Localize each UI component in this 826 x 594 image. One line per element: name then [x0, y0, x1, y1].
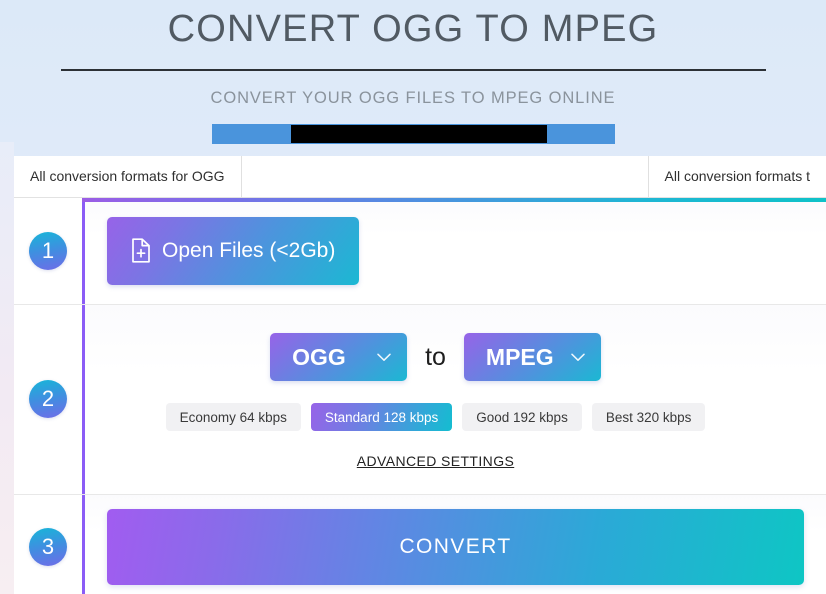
left-edge-strip — [0, 142, 14, 594]
step-row-3: 3 CONVERT — [14, 495, 826, 594]
step-2-number: 2 — [29, 380, 67, 418]
open-files-label: Open Files (<2Gb) — [162, 239, 335, 263]
quality-option-economy[interactable]: Economy 64 kbps — [166, 403, 301, 431]
convert-button[interactable]: CONVERT — [107, 509, 804, 585]
page-subtitle: CONVERT YOUR OGG FILES TO MPEG ONLINE — [0, 89, 826, 108]
source-format-label: OGG — [292, 344, 346, 371]
step-3-number: 3 — [29, 528, 67, 566]
tab-bar: All conversion formats for OGG All conve… — [14, 156, 826, 198]
open-files-button[interactable]: Open Files (<2Gb) — [107, 217, 359, 285]
file-plus-icon — [131, 238, 151, 263]
step-1-gutter: 1 — [14, 198, 82, 304]
advanced-settings-link[interactable]: ADVANCED SETTINGS — [357, 453, 514, 469]
quality-option-good[interactable]: Good 192 kbps — [462, 403, 582, 431]
target-format-label: MPEG — [486, 344, 554, 371]
to-label: to — [425, 343, 446, 372]
tab-spacer[interactable] — [242, 156, 649, 197]
step-2-gutter: 2 — [14, 305, 82, 494]
page-title: CONVERT OGG TO MPEG — [0, 6, 826, 54]
step-3-gutter: 3 — [14, 495, 82, 594]
format-selection-row: OGG to MPEG — [270, 333, 601, 381]
title-divider — [61, 69, 766, 71]
source-format-dropdown[interactable]: OGG — [270, 333, 407, 381]
ad-banner-content — [291, 125, 547, 143]
quality-option-standard[interactable]: Standard 128 kbps — [311, 403, 452, 431]
tab-all-formats-to-mpeg[interactable]: All conversion formats t — [649, 156, 826, 197]
chevron-down-icon — [377, 353, 391, 362]
step-1-number: 1 — [29, 232, 67, 270]
target-format-dropdown[interactable]: MPEG — [464, 333, 601, 381]
tab-label: All conversion formats t — [665, 168, 811, 184]
page-header: CONVERT OGG TO MPEG CONVERT YOUR OGG FIL… — [0, 0, 826, 108]
quality-option-best[interactable]: Best 320 kbps — [592, 403, 706, 431]
step-row-2: 2 OGG to MPEG — [14, 305, 826, 495]
quality-options-row: Economy 64 kbps Standard 128 kbps Good 1… — [166, 403, 706, 431]
tab-all-formats-for-ogg[interactable]: All conversion formats for OGG — [14, 156, 242, 197]
ad-banner[interactable] — [212, 124, 615, 144]
step-1-body: Open Files (<2Gb) — [82, 198, 826, 304]
step-2-body: OGG to MPEG — [82, 305, 826, 494]
step-3-body: CONVERT — [82, 495, 826, 594]
converter-card: 1 Open Files (<2Gb) 2 OGG — [14, 198, 826, 594]
card-accent-bar — [82, 198, 826, 202]
tab-label: All conversion formats for OGG — [30, 168, 225, 184]
chevron-down-icon — [571, 353, 585, 362]
step-row-1: 1 Open Files (<2Gb) — [14, 198, 826, 305]
